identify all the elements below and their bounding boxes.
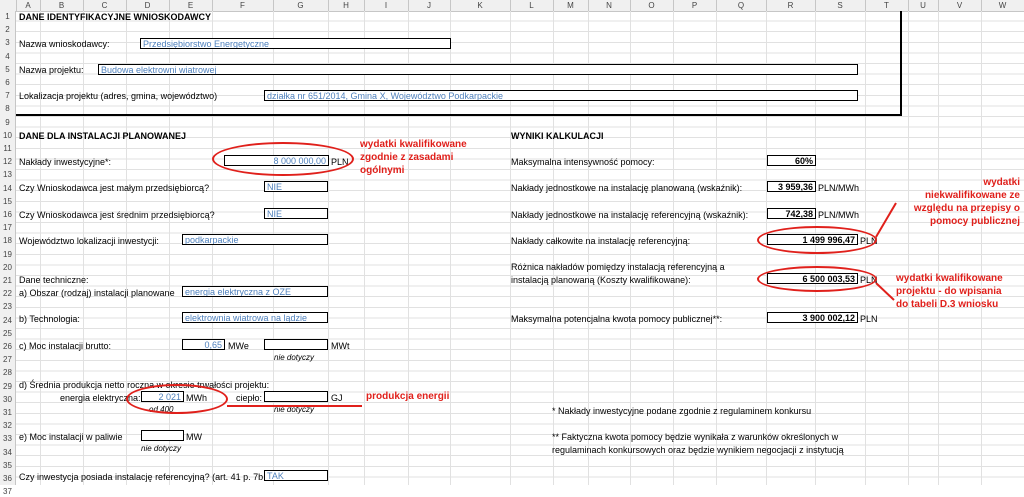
arrow-not-eligible	[875, 202, 897, 238]
annotation-arrows	[227, 202, 897, 407]
arrow-eligible-project	[875, 282, 895, 301]
row-header-37[interactable]: 37	[0, 487, 15, 497]
